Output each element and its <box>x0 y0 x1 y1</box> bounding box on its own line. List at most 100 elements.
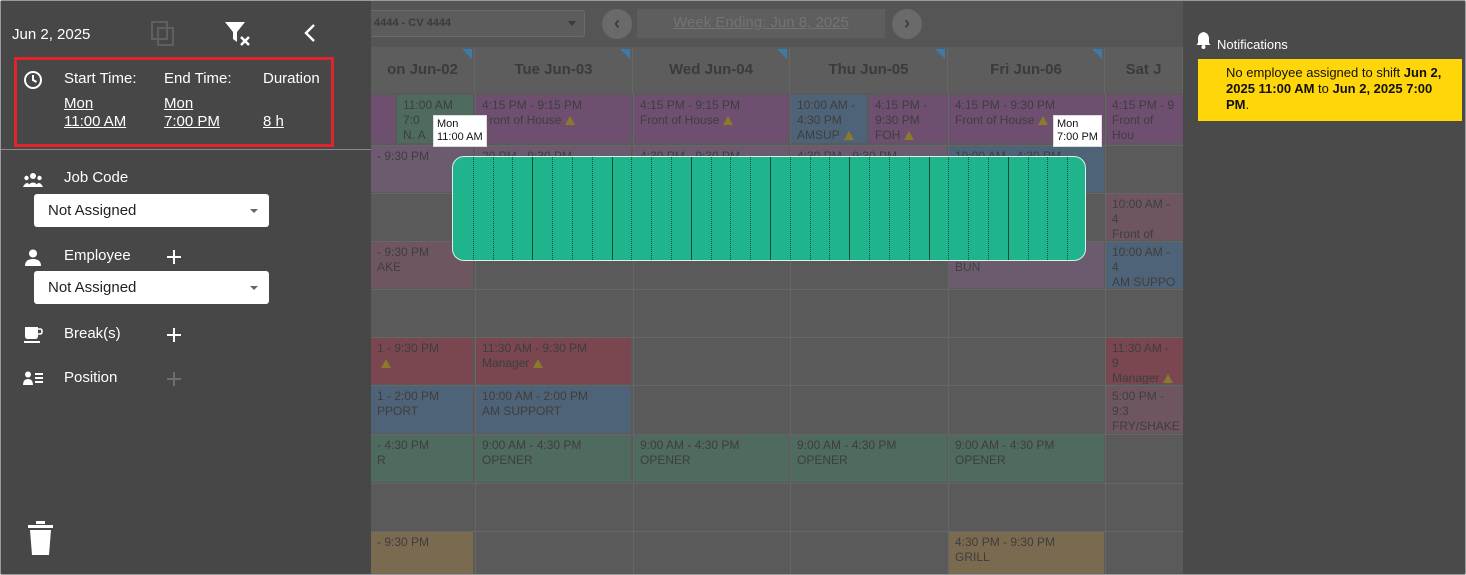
shift-block[interactable]: - 9:30 PM <box>371 532 473 574</box>
add-break-button[interactable] <box>165 326 183 344</box>
shift-block[interactable]: 10:00 AM - 2:00 PM AM SUPPORT <box>476 386 631 433</box>
day-header-label: Tue Jun-03 <box>514 61 593 78</box>
panel-divider <box>1 149 371 150</box>
shift-time: 4:15 PM - <box>875 98 928 112</box>
quarter-tick <box>790 157 791 260</box>
shift-time: 11:00 AM <box>403 98 453 112</box>
shift-block[interactable]: 4:15 PM - 9 Front of Hou <box>1106 95 1183 143</box>
hour-tick <box>1008 157 1009 260</box>
shift-block[interactable]: 11:30 AM - 9 Manager <box>1106 338 1183 384</box>
start-time: 11:00 AM <box>64 113 127 130</box>
filter-clear-icon[interactable] <box>224 20 252 48</box>
duration-value[interactable]: 8 h <box>263 113 284 131</box>
quarter-tick <box>1067 157 1068 260</box>
row-divider <box>371 289 1183 290</box>
shift-block[interactable]: 5:00 PM - 9:3 FRY/SHAKE <box>1106 386 1183 433</box>
quarter-tick <box>552 157 553 260</box>
employee-value: Not Assigned <box>48 279 137 296</box>
shift-block[interactable]: 4:15 PM - 9:15 PM Front of House <box>476 95 631 143</box>
copy-icon[interactable] <box>151 21 175 47</box>
quarter-tick <box>671 157 672 260</box>
shift-block[interactable]: 10:00 AM - 4 AM SUPPO <box>1106 242 1183 288</box>
day-flag-icon <box>1092 49 1102 59</box>
shift-role: AMSUP <box>797 128 840 142</box>
shift-block[interactable]: 4:30 PM - 9:30 PM GRILL <box>949 532 1104 574</box>
schedule-grid: 4444 - CV 4444 ‹ Week Ending: Jun 8, 202… <box>371 1 1183 574</box>
shift-role: Front of House <box>955 113 1035 127</box>
notification-card[interactable]: No employee assigned to shift Jun 2, 202… <box>1198 59 1462 121</box>
employee-select[interactable]: Not Assigned <box>34 271 269 304</box>
add-position-button[interactable] <box>165 370 183 388</box>
add-employee-button[interactable] <box>165 248 183 266</box>
shift-block[interactable]: 4:15 PM - 9:30 PM FOH <box>869 95 947 143</box>
job-code-select[interactable]: Not Assigned <box>34 194 269 227</box>
shift-time: 11:30 AM - 9:30 PM <box>482 341 588 355</box>
job-code-label: Job Code <box>64 169 129 186</box>
quarter-tick <box>592 157 593 260</box>
shift-time: 4:30 PM <box>797 113 842 127</box>
warning-icon <box>565 116 576 125</box>
shift-block[interactable]: 9:00 AM - 4:30 PM OPENER <box>476 435 631 482</box>
shift-time: 9:00 AM - 4:30 PM <box>955 438 1055 452</box>
week-ending-label[interactable]: Week Ending: Jun 8, 2025 <box>637 9 885 38</box>
shift-block[interactable]: 9:00 AM - 4:30 PM OPENER <box>634 435 789 482</box>
notification-text: . <box>1245 97 1250 112</box>
shift-block[interactable]: 1 - 2:00 PM PPORT <box>371 386 473 433</box>
warning-icon <box>533 359 544 368</box>
shift-block[interactable]: 4:15 PM - 9:15 PM Front of House <box>634 95 789 143</box>
previous-week-button[interactable]: ‹ <box>602 9 632 39</box>
shift-date: Jun 2, 2025 <box>12 26 91 43</box>
shift-time: 10:00 AM - <box>797 98 856 112</box>
shift-time: 5:00 PM - 9:3 <box>1112 389 1165 418</box>
break-icon <box>24 327 43 343</box>
tooltip-time: 11:00 AM <box>437 131 483 143</box>
hour-tick <box>849 157 850 260</box>
start-time-tooltip: Mon 11:00 AM <box>433 115 487 147</box>
end-time: 7:00 PM <box>164 113 220 130</box>
position-icon <box>23 371 43 385</box>
chevron-down-icon <box>250 209 258 213</box>
end-time-tooltip: Mon 7:00 PM <box>1053 115 1102 147</box>
start-time-value[interactable]: Mon 11:00 AM <box>64 95 126 131</box>
trash-icon[interactable] <box>28 521 53 555</box>
quarter-tick <box>750 157 751 260</box>
day-flag-icon <box>935 49 945 59</box>
quarter-tick <box>711 157 712 260</box>
shift-role: AKE <box>377 260 402 274</box>
bell-icon <box>1196 32 1211 49</box>
person-icon <box>25 249 41 266</box>
day-header-wed: Wed Jun-04 <box>633 47 790 93</box>
shift-block[interactable]: 10:00 AM - 4:30 PM AMSUP <box>791 95 867 143</box>
shift-time: 9:00 AM - 4:30 PM <box>482 438 582 452</box>
shift-block[interactable] <box>371 95 395 143</box>
shift-block[interactable]: 9:00 AM - 4:30 PM OPENER <box>791 435 947 482</box>
quarter-tick <box>810 157 811 260</box>
column-divider <box>1105 93 1106 574</box>
day-header-thu: Thu Jun-05 <box>790 47 948 93</box>
quarter-tick <box>473 157 474 260</box>
chevron-down-icon <box>250 286 258 290</box>
new-shift-bar[interactable] <box>452 156 1086 261</box>
shift-time: 10:00 AM - 4 <box>1112 245 1171 274</box>
shift-time: - 9:30 PM <box>377 535 430 549</box>
quarter-tick <box>948 157 949 260</box>
location-select[interactable]: 4444 - CV 4444 <box>371 10 585 37</box>
end-time-value[interactable]: Mon 7:00 PM <box>164 95 220 131</box>
hour-tick <box>929 157 930 260</box>
shift-block[interactable]: - 4:30 PM R <box>371 435 473 482</box>
shift-block[interactable]: 11:30 AM - 9:30 PM Manager <box>476 338 631 384</box>
shift-block[interactable]: 9:00 AM - 4:30 PM OPENER <box>949 435 1104 482</box>
shift-role: FRY/SHAKE <box>1112 419 1180 433</box>
notification-text: to <box>1314 81 1333 96</box>
app-window: 4444 - CV 4444 ‹ Week Ending: Jun 8, 202… <box>0 0 1466 575</box>
collapse-icon[interactable] <box>302 23 318 43</box>
shift-time: 4:15 PM - 9:30 PM <box>955 98 1056 112</box>
shift-block[interactable]: 10:00 AM - 4 Front of Hou <box>1106 194 1183 240</box>
shift-time: 9:30 PM <box>875 113 920 127</box>
shift-block[interactable]: 1 - 9:30 PM <box>371 338 473 384</box>
shift-time: 9:00 AM - 4:30 PM <box>797 438 897 452</box>
quarter-tick <box>651 157 652 260</box>
quarter-tick <box>1028 157 1029 260</box>
day-header-label: Fri Jun-06 <box>990 61 1062 78</box>
next-week-button[interactable]: › <box>892 9 922 39</box>
